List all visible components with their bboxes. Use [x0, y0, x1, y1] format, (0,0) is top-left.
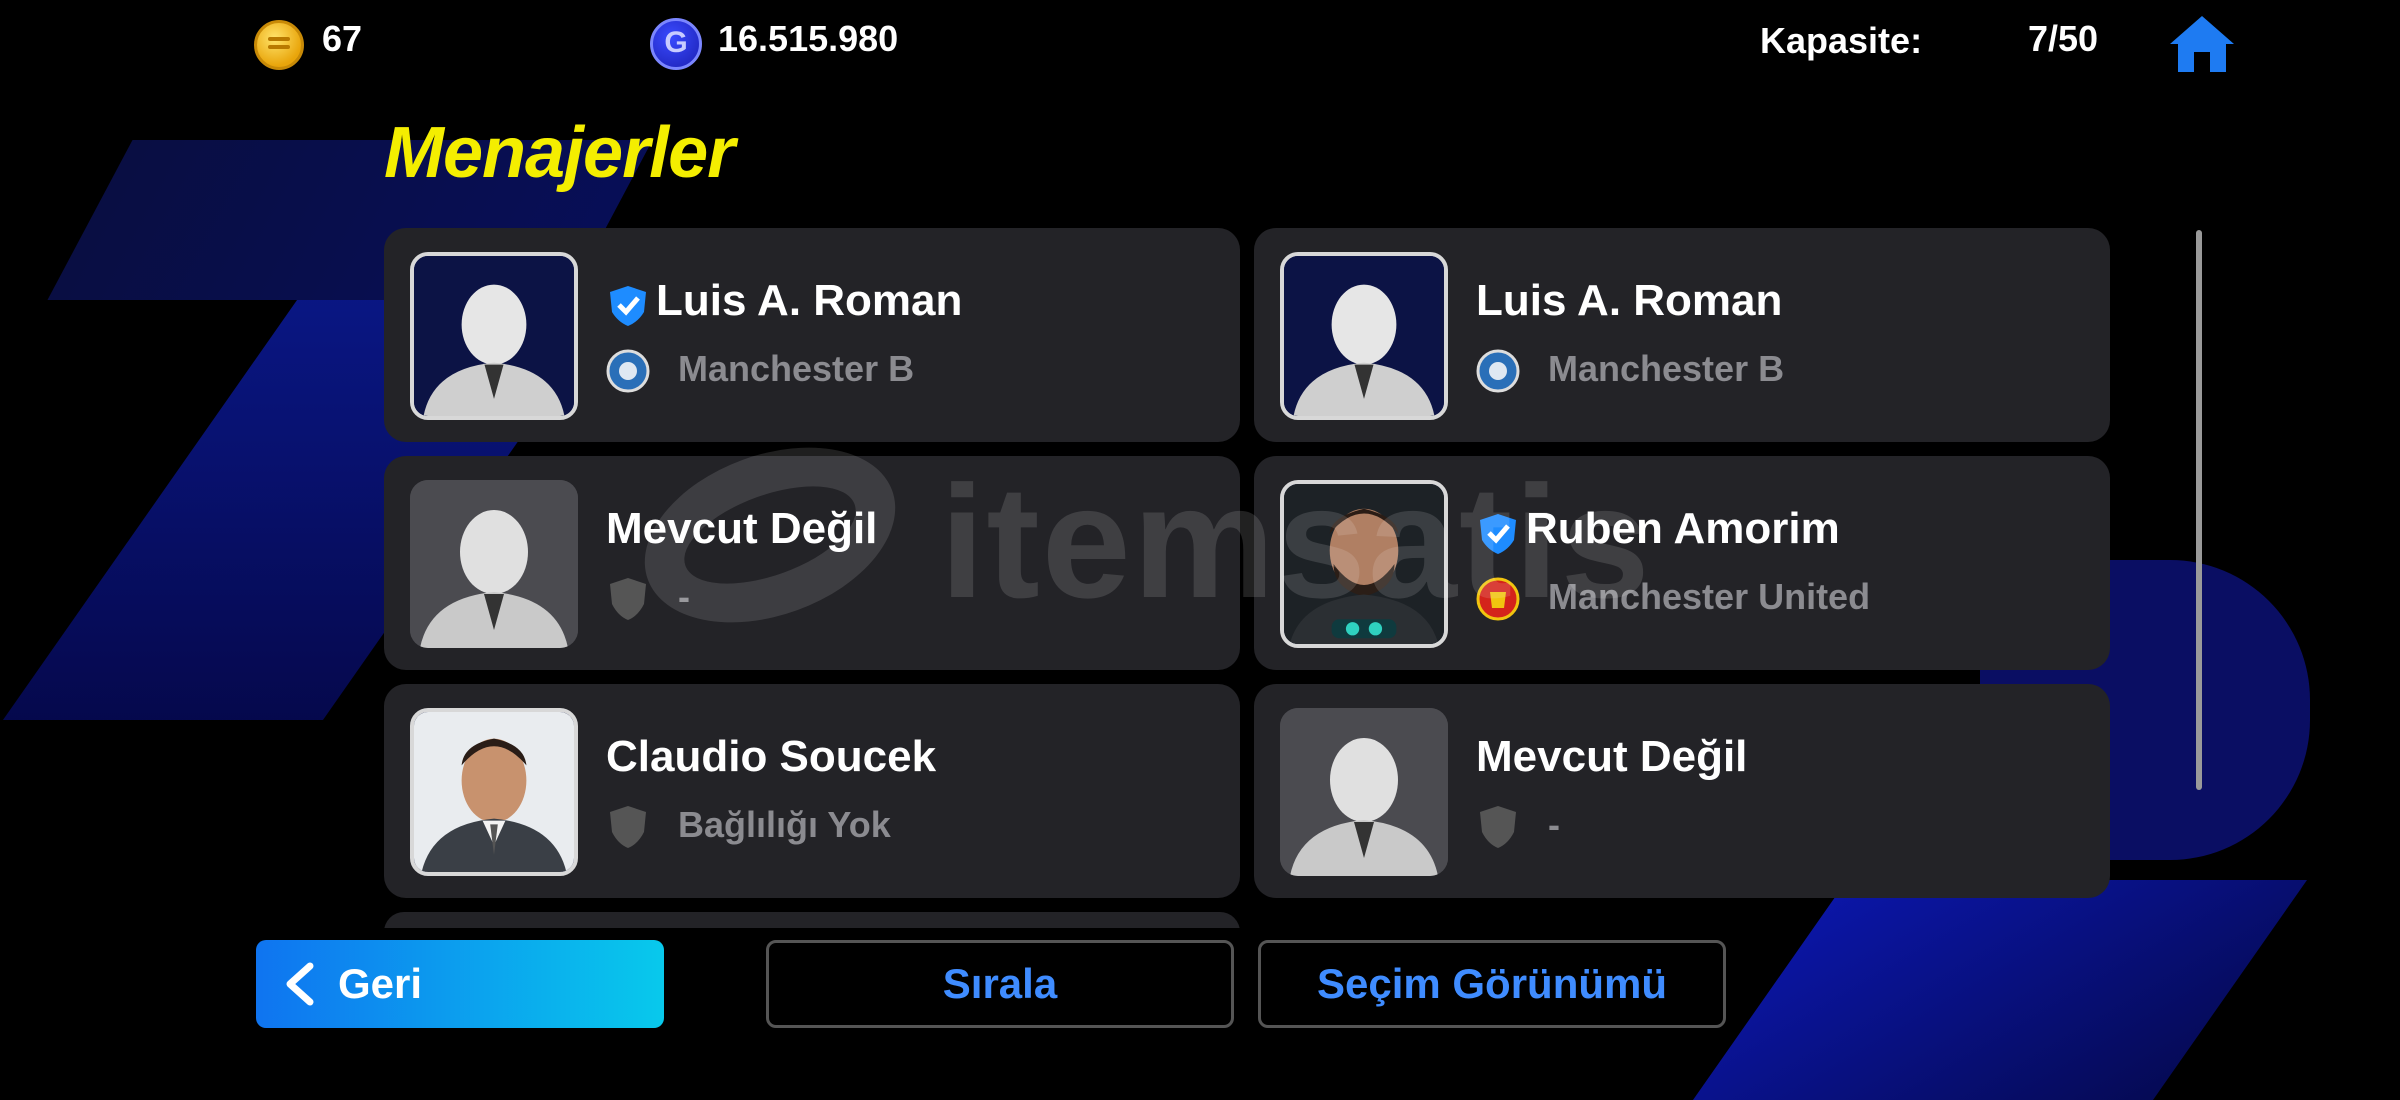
- page-title: Menajerler: [384, 113, 735, 193]
- manager-card[interactable]: Mevcut Değil -: [384, 456, 1240, 670]
- club-name: -: [678, 576, 690, 617]
- club-name: Bağlılığı Yok: [678, 804, 891, 845]
- manager-grid: Luis A. Roman Manchester B Luis A. Roman…: [384, 228, 2114, 928]
- manager-photo: [1280, 708, 1448, 876]
- selection-view-button[interactable]: Seçim Görünümü: [1258, 940, 1726, 1028]
- manager-card[interactable]: Mevcut Değil -: [1254, 684, 2110, 898]
- coin-balance: 67: [322, 18, 363, 59]
- scrollbar[interactable]: [2196, 230, 2202, 790]
- club-name: Manchester United: [1548, 576, 1871, 617]
- verified-icon: [1480, 514, 1516, 554]
- chevron-left-icon: [286, 962, 314, 1006]
- sort-button[interactable]: Sırala: [766, 940, 1234, 1028]
- manager-card[interactable]: Ruben Amorim Manchester United: [1254, 456, 2110, 670]
- capacity-label: Kapasite:: [1760, 20, 1923, 61]
- club-name: -: [1548, 804, 1560, 845]
- coin-icon: [254, 20, 304, 70]
- manager-photo: [1280, 252, 1448, 420]
- manager-photo: [410, 252, 578, 420]
- club-name: Manchester B: [1548, 348, 1785, 389]
- club-crest-icon: [1476, 349, 1520, 393]
- selection-view-button-label: Seçim Görünümü: [1316, 960, 1668, 1007]
- top-bar: 67 G 16.515.980 Kapasite: 7/50: [0, 0, 2400, 84]
- manager-photo: [410, 708, 578, 876]
- manager-card[interactable]: Claudio Soucek Bağlılığı Yok: [384, 684, 1240, 898]
- man-utd-crest-icon: [1476, 577, 1520, 621]
- manager-photo: [410, 480, 578, 648]
- gp-balance: 16.515.980: [718, 18, 899, 59]
- back-button-label: Geri: [338, 960, 423, 1007]
- manager-name: Ruben Amorim: [1526, 504, 1840, 553]
- manager-name: Luis A. Roman: [1476, 276, 1783, 325]
- manager-name: Mevcut Değil: [606, 504, 878, 553]
- shield-icon: [610, 578, 646, 620]
- manager-card-partial[interactable]: [384, 912, 1240, 928]
- club-name: Manchester B: [678, 348, 915, 389]
- home-icon[interactable]: [2166, 12, 2238, 76]
- sort-button-label: Sırala: [942, 960, 1058, 1007]
- manager-card[interactable]: Luis A. Roman Manchester B: [1254, 228, 2110, 442]
- back-button[interactable]: Geri: [256, 940, 664, 1028]
- manager-name: Luis A. Roman: [656, 276, 963, 325]
- shield-icon: [1480, 806, 1516, 848]
- manager-photo: [1280, 480, 1448, 648]
- gp-icon: G: [650, 18, 702, 70]
- club-crest-icon: [606, 349, 650, 393]
- capacity-value: 7/50: [2028, 18, 2099, 59]
- manager-name: Mevcut Değil: [1476, 732, 1748, 781]
- manager-name: Claudio Soucek: [606, 732, 937, 781]
- manager-card[interactable]: Luis A. Roman Manchester B: [384, 228, 1240, 442]
- shield-icon: [610, 806, 646, 848]
- verified-icon: [610, 286, 646, 326]
